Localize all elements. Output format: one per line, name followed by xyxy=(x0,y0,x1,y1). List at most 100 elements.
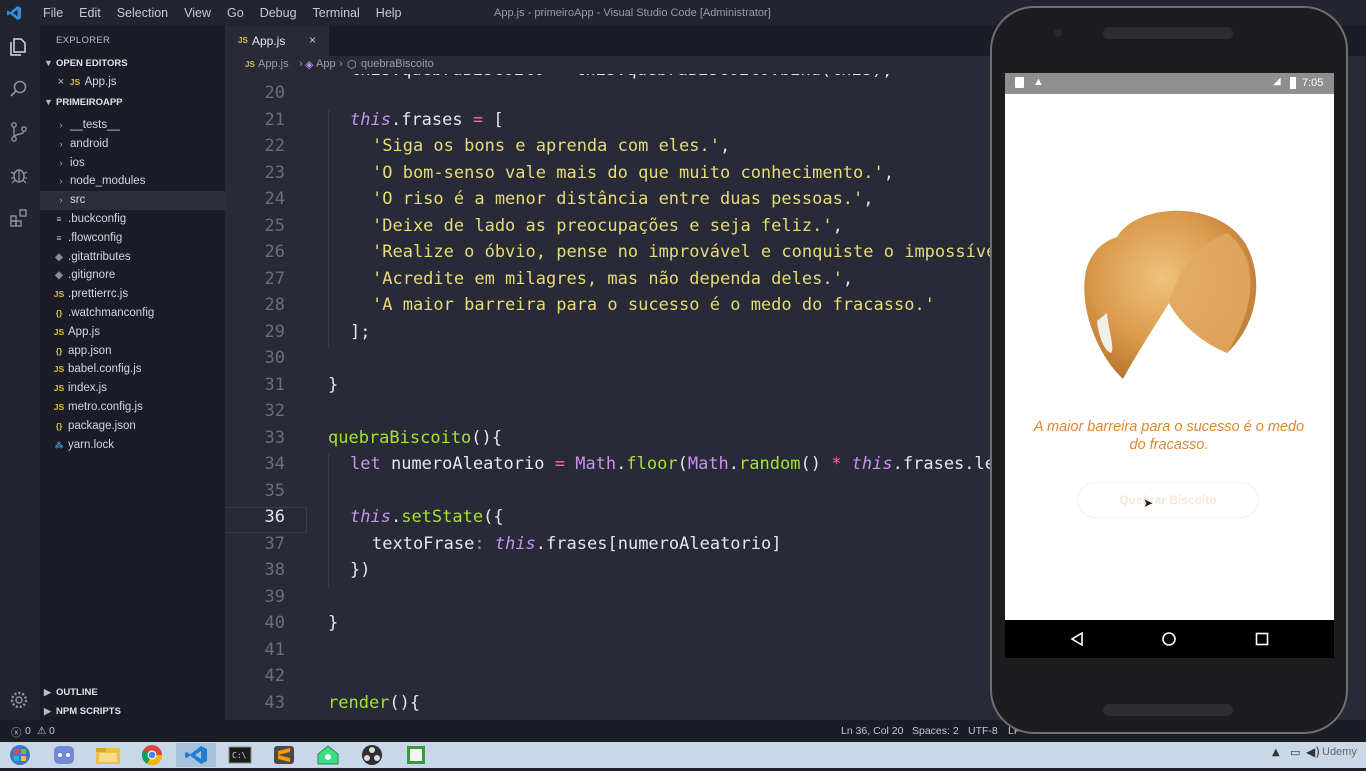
tree-file[interactable]: {} .watchmanconfig xyxy=(40,304,225,323)
tree-file[interactable]: ◆ .gitignore xyxy=(40,266,225,285)
code-line: quebraBiscoito(){ xyxy=(328,428,502,448)
breadcrumb-method[interactable]: quebraBiscoito xyxy=(361,58,434,70)
tab-app-js[interactable]: JS App.js × xyxy=(225,26,329,56)
line-number: 23 xyxy=(264,162,285,183)
file-explorer-app[interactable] xyxy=(88,743,128,767)
code-token: (){ xyxy=(389,692,421,713)
cursor-position[interactable]: Ln 36, Col 20 xyxy=(841,725,903,737)
tree-folder[interactable]: › android xyxy=(40,135,225,154)
obs-app[interactable] xyxy=(352,743,392,767)
home-icon[interactable] xyxy=(1161,631,1177,647)
code-token: ] xyxy=(771,533,782,554)
tray-arrow-icon[interactable]: ▲ xyxy=(1272,747,1280,758)
project-section[interactable]: ▼ PRIMEIROAPP xyxy=(44,97,123,108)
tree-folder[interactable]: › node_modules xyxy=(40,172,225,191)
code-token: [ xyxy=(607,533,618,554)
chevron-down-icon: ▼ xyxy=(44,58,53,68)
menu-item-help[interactable]: Help xyxy=(368,0,410,26)
menu-item-view[interactable]: View xyxy=(176,0,219,26)
breadcrumb-class[interactable]: App xyxy=(316,58,336,70)
network-icon[interactable]: ▭ xyxy=(1290,746,1300,759)
indentation[interactable]: Spaces: 2 xyxy=(912,725,959,737)
sublime-app[interactable] xyxy=(264,743,304,767)
code-token: . xyxy=(616,454,627,474)
code-token: floor xyxy=(626,454,678,474)
code-line: 'O bom-senso vale mais do que muito conh… xyxy=(372,163,894,183)
menu-item-debug[interactable]: Debug xyxy=(252,0,305,26)
project-label: PRIMEIROAPP xyxy=(56,97,123,108)
json-file-icon: {} xyxy=(55,345,63,356)
window-title: App.js - primeiroApp - Visual Studio Cod… xyxy=(494,7,771,19)
android-status-bar: ▲ ◢ 7:05 xyxy=(1005,73,1334,94)
tree-file[interactable]: ⁂ yarn.lock xyxy=(40,436,225,455)
extensions-icon[interactable] xyxy=(8,207,30,229)
menu-item-file[interactable]: File xyxy=(35,0,71,26)
tree-file[interactable]: ≡ .buckconfig xyxy=(40,210,225,229)
menu-item-edit[interactable]: Edit xyxy=(71,0,109,26)
tree-file[interactable]: ≡ .flowconfig xyxy=(40,229,225,248)
code-line: 'A maior barreira para o sucesso é o med… xyxy=(372,295,935,315)
tree-file[interactable]: ◆ .gitattributes xyxy=(40,248,225,267)
recents-icon[interactable] xyxy=(1254,631,1270,647)
search-icon[interactable] xyxy=(8,78,30,100)
code-token: 'O bom-senso vale mais do que muito conh… xyxy=(372,162,884,183)
back-icon[interactable] xyxy=(1069,631,1085,647)
status-time: 7:05 xyxy=(1302,77,1324,89)
gear-icon[interactable] xyxy=(8,689,30,711)
tree-file[interactable]: JS metro.config.js xyxy=(40,398,225,417)
line-number: 26 xyxy=(264,242,285,262)
vscode-app[interactable] xyxy=(176,743,216,767)
tree-item-label: android xyxy=(70,137,109,150)
line-number: 24 xyxy=(264,189,285,209)
npm-scripts-section[interactable]: ▶ NPM SCRIPTS xyxy=(44,706,121,717)
debug-icon[interactable] xyxy=(8,164,30,186)
warning-count[interactable]: 0 xyxy=(49,725,55,737)
error-count[interactable]: 0 xyxy=(25,725,31,737)
code-token: . xyxy=(892,454,903,474)
code-token: this xyxy=(841,454,893,474)
close-icon[interactable]: × xyxy=(54,73,68,92)
line-number: 22 xyxy=(264,136,285,156)
menu-item-selection[interactable]: Selection xyxy=(109,0,176,26)
android-studio-app[interactable] xyxy=(308,743,348,767)
tree-folder[interactable]: › src xyxy=(40,191,225,211)
break-cookie-button[interactable]: Quebrar Biscoito xyxy=(1077,482,1259,518)
menu-item-terminal[interactable]: Terminal xyxy=(305,0,368,26)
notepad-app[interactable] xyxy=(396,743,436,767)
line-number: 36 xyxy=(264,507,285,527)
code-token: , xyxy=(883,162,894,183)
sd-card-icon xyxy=(1015,77,1024,88)
vscode-icon xyxy=(185,746,207,764)
volume-icon[interactable]: ◀) xyxy=(1306,745,1320,759)
breadcrumb-file[interactable]: App.js xyxy=(258,58,289,70)
discord-app[interactable] xyxy=(44,743,84,767)
code-line-partial: this.quebraBiscoito = this.quebraBiscoit… xyxy=(350,74,892,80)
open-editor-item[interactable]: × JS App.js xyxy=(40,73,225,92)
tree-file[interactable]: JS App.js xyxy=(40,323,225,342)
start-button[interactable] xyxy=(0,743,40,767)
chrome-app[interactable] xyxy=(132,743,172,767)
close-icon[interactable]: × xyxy=(309,33,316,47)
tree-file[interactable]: JS babel.config.js xyxy=(40,360,225,379)
tree-file[interactable]: {} package.json xyxy=(40,417,225,436)
speaker-bottom xyxy=(1103,704,1233,716)
tab-label: App.js xyxy=(252,34,286,48)
source-control-icon[interactable] xyxy=(8,121,30,143)
tree-folder[interactable]: › ios xyxy=(40,154,225,173)
explorer-icon[interactable] xyxy=(8,36,30,58)
tree-folder[interactable]: › __tests__ xyxy=(40,116,225,135)
tree-file[interactable]: {} app.json xyxy=(40,342,225,361)
error-icon[interactable]: ⓧ xyxy=(11,725,22,740)
line-number: 33 xyxy=(264,427,285,448)
outline-section[interactable]: ▶ OUTLINE xyxy=(44,687,98,698)
menu-item-go[interactable]: Go xyxy=(219,0,252,26)
open-editors-section[interactable]: ▼ OPEN EDITORS xyxy=(44,58,128,69)
tree-file[interactable]: JS index.js xyxy=(40,379,225,398)
tree-file[interactable]: JS .prettierrc.js xyxy=(40,285,225,304)
js-file-icon: JS xyxy=(245,60,255,69)
code-token: : xyxy=(474,533,485,554)
terminal-app[interactable]: C:\ xyxy=(220,743,260,767)
line-number: 31 xyxy=(264,374,285,395)
yarn-file-icon: ⁂ xyxy=(54,439,64,450)
warning-icon[interactable]: ⚠ xyxy=(37,725,46,737)
